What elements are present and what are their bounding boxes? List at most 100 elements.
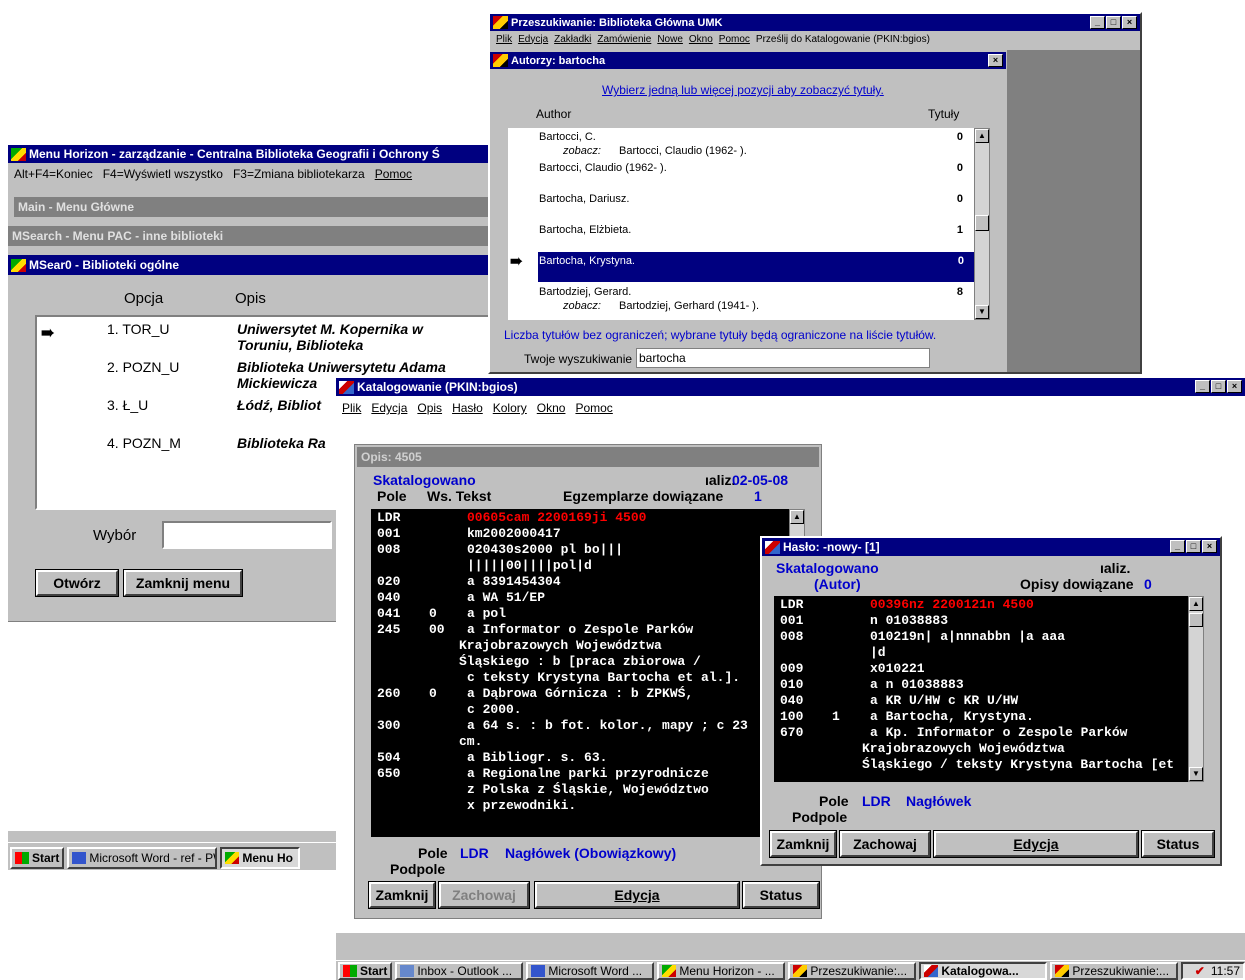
opis-col-pole: Pole	[377, 488, 407, 504]
minimize-icon[interactable]: _	[1195, 380, 1210, 393]
tray-icon[interactable]: ✔	[1195, 964, 1205, 978]
list-item-desc: Biblioteka Uniwersytetu Adama	[237, 359, 446, 375]
author-list-scrollbar[interactable]: ▲ ▼	[974, 128, 990, 320]
menu-kolory[interactable]: Kolory	[493, 401, 527, 415]
taskbar-item-przeszukiwanie-2[interactable]: Przeszukiwanie:...	[1050, 961, 1179, 980]
menu-opis[interactable]: Opis	[417, 401, 442, 415]
close-menu-button[interactable]: Zamknij menu	[123, 569, 243, 597]
wybor-input[interactable]	[162, 521, 332, 549]
list-item[interactable]: 3. Ł_U	[107, 397, 148, 413]
menu-horizon-title-bar[interactable]: Menu Horizon - zarządzanie - Centralna B…	[8, 145, 492, 163]
start-button[interactable]: Start	[338, 961, 393, 980]
haslo-close-button[interactable]: Zamknij	[769, 830, 837, 858]
opis-status-button[interactable]: Status	[742, 881, 820, 909]
scroll-up-icon[interactable]: ▲	[975, 129, 989, 143]
maximize-icon[interactable]: □	[1106, 16, 1121, 29]
restriction-note: Liczba tytułów bez ograniczeń; wybrane t…	[504, 328, 937, 342]
msear0-title: MSear0 - Biblioteki ogólne	[29, 258, 180, 272]
haslo-marc-editor[interactable]: LDR 00396nz 2200121n 4500 001 n 01038883 008…	[774, 596, 1190, 782]
menu-level-main[interactable]: Main - Menu Główne	[14, 197, 492, 217]
taskbar-item-outlook[interactable]: Inbox - Outlook ...	[395, 961, 524, 980]
close-icon[interactable]: ×	[1122, 16, 1137, 29]
maximize-icon[interactable]: □	[1211, 380, 1226, 393]
taskbar-item-label: Microsoft Word ...	[548, 963, 643, 978]
minimize-icon[interactable]: _	[1090, 16, 1105, 29]
taskbar-item-przeszukiwanie-1[interactable]: Przeszukiwanie:...	[788, 961, 917, 980]
list-item[interactable]: 4. POZN_M	[107, 435, 181, 451]
haslo-window: Hasło: -nowy- [1] _ □ × Skatalogowano ıali…	[760, 536, 1222, 866]
menu-edycja[interactable]: Edycja	[518, 34, 548, 45]
taskbar-item-katalogowanie[interactable]: Katalogowa...	[919, 961, 1048, 980]
haslo-status-button[interactable]: Status	[1141, 830, 1215, 858]
scroll-up-icon[interactable]: ▲	[790, 510, 804, 524]
taskbar-item-label: Przeszukiwanie:...	[1072, 963, 1170, 978]
haslo-edit-button[interactable]: Edycja	[933, 830, 1139, 858]
menu-pomoc[interactable]: Pomoc	[575, 401, 612, 415]
menu-przeslij[interactable]: Prześlij do Katalogowanie (PKIN:bgios)	[756, 34, 930, 45]
list-item[interactable]: Bartocci, C. 0 zobacz: Bartocci, Claudio…	[539, 131, 973, 161]
menu-pomoc[interactable]: Pomoc	[719, 34, 750, 45]
col-titles-header[interactable]: Tytuły	[928, 107, 959, 121]
menu-haslo[interactable]: Hasło	[452, 401, 483, 415]
autorzy-title-bar[interactable]: Autorzy: bartocha ×	[490, 52, 1006, 69]
taskbar-item-menu-horizon[interactable]: Menu Ho	[220, 846, 301, 869]
open-button[interactable]: Otwórz	[35, 569, 119, 597]
katalogowanie-title-bar[interactable]: Katalogowanie (PKIN:bgios) _ □ ×	[336, 378, 1245, 396]
shortcut-quit[interactable]: Alt+F4=Koniec	[14, 167, 93, 181]
menu-okno[interactable]: Okno	[537, 401, 566, 415]
instruction-link[interactable]: Wybierz jedną lub więcej pozycji aby zob…	[602, 83, 884, 97]
menu-edycja[interactable]: Edycja	[371, 401, 407, 415]
taskbar-item-label: Menu Ho	[242, 850, 294, 865]
col-author-header[interactable]: Author	[536, 107, 571, 121]
haslo-podpole-label: Podpole	[792, 809, 848, 825]
menu-plik[interactable]: Plik	[342, 401, 361, 415]
opis-close-button[interactable]: Zamknij	[368, 881, 436, 909]
opisy-label: Opisy dowiązane	[1020, 576, 1134, 592]
haslo-scrollbar[interactable]: ▲ ▼	[1188, 596, 1204, 782]
list-item[interactable]: Bartocci, Claudio (1962- ). 0	[539, 162, 973, 178]
taskbar-item-word[interactable]: Microsoft Word - ref - PW-...	[67, 846, 218, 869]
list-item[interactable]: Bartodziej, Gerard. 8 zobacz: Bartodziej…	[539, 286, 973, 316]
close-icon[interactable]: ×	[988, 54, 1003, 67]
list-item[interactable]: Bartocha, Dariusz. 0	[539, 193, 973, 209]
start-button[interactable]: Start	[10, 846, 65, 869]
menu-zamowienie[interactable]: Zamówienie	[597, 34, 651, 45]
close-icon[interactable]: ×	[1227, 380, 1242, 393]
scroll-down-icon[interactable]: ▼	[975, 305, 989, 319]
haslo-title: Hasło: -nowy- [1]	[783, 540, 880, 554]
marc-text: a WA 51/EP	[467, 590, 546, 605]
list-item-selected[interactable]: Bartocha, Krystyna. 0	[538, 252, 974, 282]
menu-zakladki[interactable]: Zakładki	[554, 34, 591, 45]
search-input[interactable]: bartocha	[636, 348, 930, 368]
list-item[interactable]: 1. TOR_U	[107, 321, 170, 337]
opis-edit-button[interactable]: Edycja	[534, 881, 740, 909]
scroll-thumb[interactable]	[975, 215, 989, 231]
menu-plik[interactable]: Plik	[496, 34, 512, 45]
scroll-down-icon[interactable]: ▼	[1189, 767, 1203, 781]
shortcut-show-all[interactable]: F4=Wyświetl wszystko	[103, 167, 223, 181]
scroll-up-icon[interactable]: ▲	[1189, 597, 1203, 611]
opis-save-button[interactable]: Zachowaj	[438, 881, 530, 909]
current-row-arrow-icon: ➠	[41, 325, 55, 342]
opis-marc-editor[interactable]: LDR 00605cam 2200169ji 4500 001 km200200041…	[371, 509, 795, 837]
przeszukiwanie-title-bar[interactable]: Przeszukiwanie: Biblioteka Główna UMK _ □…	[490, 14, 1140, 31]
marc-text: n 01038883	[870, 613, 949, 628]
shortcut-help[interactable]: Pomoc	[375, 167, 412, 181]
maximize-icon[interactable]: □	[1186, 540, 1201, 553]
scroll-thumb[interactable]	[1189, 613, 1203, 627]
list-item[interactable]: Bartocha, Elżbieta. 1	[539, 224, 973, 240]
taskbar-item-menu-horizon[interactable]: Menu Horizon - ...	[657, 961, 786, 980]
clock[interactable]: 11:57	[1211, 964, 1240, 978]
minimize-icon[interactable]: _	[1170, 540, 1185, 553]
menu-okno[interactable]: Okno	[689, 34, 713, 45]
author-name: Bartocha, Krystyna.	[539, 255, 635, 267]
haslo-save-button[interactable]: Zachowaj	[839, 830, 931, 858]
author-count: 0	[957, 255, 964, 267]
taskbar-item-word[interactable]: Microsoft Word ...	[526, 961, 655, 980]
menu-level-msearch[interactable]: MSearch - Menu PAC - inne biblioteki	[8, 226, 492, 246]
menu-nowe[interactable]: Nowe	[657, 34, 683, 45]
shortcut-change-librarian[interactable]: F3=Zmiana bibliotekarza	[233, 167, 365, 181]
haslo-title-bar[interactable]: Hasło: -nowy- [1] _ □ ×	[762, 538, 1220, 556]
close-icon[interactable]: ×	[1202, 540, 1217, 553]
list-item[interactable]: 2. POZN_U	[107, 359, 179, 375]
